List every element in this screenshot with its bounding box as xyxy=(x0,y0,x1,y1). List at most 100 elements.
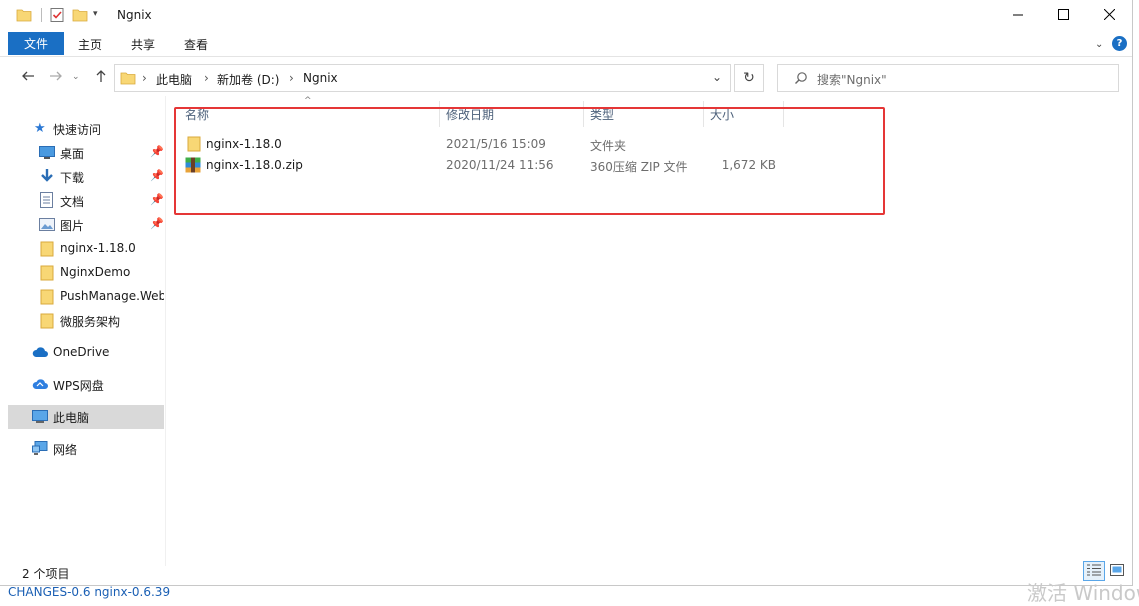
nav-label: 图片 xyxy=(60,219,85,233)
nav-onedrive[interactable]: OneDrive xyxy=(8,341,164,365)
file-modified: 2021/5/16 15:09 xyxy=(446,137,546,151)
tab-home[interactable]: 主页 xyxy=(78,36,102,53)
expand-ribbon-chevron-icon[interactable]: ⌄ xyxy=(1095,39,1103,50)
breadcrumb-ngnix[interactable]: Ngnix xyxy=(303,71,338,85)
back-arrow-icon[interactable] xyxy=(21,69,35,87)
nav-label: 下载 xyxy=(60,171,85,185)
search-input[interactable]: 搜索"Ngnix" xyxy=(817,71,887,88)
file-name: nginx-1.18.0.zip xyxy=(206,158,303,172)
nav-label: 快速访问 xyxy=(53,123,102,137)
column-header-type[interactable]: 类型 xyxy=(590,106,614,123)
nav-item-downloads[interactable]: 下载 📌 xyxy=(8,165,164,189)
nav-label: 此电脑 xyxy=(53,411,90,425)
folder-icon xyxy=(187,136,201,155)
minimize-button[interactable] xyxy=(995,0,1041,31)
forward-arrow-icon[interactable] xyxy=(49,69,63,87)
nav-label: 网络 xyxy=(53,443,78,457)
nav-label: nginx-1.18.0 xyxy=(60,241,136,255)
nav-item-nginx-folder[interactable]: nginx-1.18.0 xyxy=(8,237,164,261)
breadcrumb-separator-icon[interactable]: › xyxy=(142,71,147,85)
maximize-icon xyxy=(1057,8,1069,23)
search-icon xyxy=(794,71,808,88)
column-header-modified[interactable]: 修改日期 xyxy=(446,106,494,123)
maximize-button[interactable] xyxy=(1040,0,1086,31)
cloud-icon xyxy=(32,347,49,361)
background-window-text: CHANGES-0.6 nginx-0.6.39 xyxy=(8,585,171,599)
refresh-icon: ↻ xyxy=(743,70,755,86)
navigation-pane: ★ 快速访问 桌面 📌 下载 📌 文档 📌 图片 📌 nginx-1.18.0 … xyxy=(0,110,165,580)
network-icon xyxy=(32,441,48,459)
folder-icon xyxy=(40,289,54,308)
file-size: 1,672 KB xyxy=(721,158,776,172)
column-header-name[interactable]: 名称 xyxy=(185,106,209,123)
pin-icon[interactable]: 📌 xyxy=(150,169,164,182)
nav-label: PushManage.Web xyxy=(60,289,164,303)
pin-icon[interactable]: 📌 xyxy=(150,145,164,158)
nav-item-pushmanage[interactable]: PushManage.Web xyxy=(8,285,164,309)
desktop-icon xyxy=(39,146,55,163)
column-header-size[interactable]: 大小 xyxy=(710,106,734,123)
column-divider[interactable] xyxy=(783,101,784,127)
recent-locations-chevron-icon[interactable]: ⌄ xyxy=(72,72,80,82)
refresh-button[interactable]: ↻ xyxy=(734,64,764,92)
column-divider[interactable] xyxy=(703,101,704,127)
nav-item-pictures[interactable]: 图片 📌 xyxy=(8,213,164,237)
file-explorer-window: ▾ Ngnix 文件 主页 共享 查看 ⌄ ? ⌄ › 此电脑 › 新加卷 (D… xyxy=(0,0,1133,586)
column-divider[interactable] xyxy=(439,101,440,127)
nav-wps-drive[interactable]: WPS网盘 xyxy=(8,373,164,397)
nav-this-pc[interactable]: 此电脑 xyxy=(8,405,164,429)
nav-item-microservices[interactable]: 微服务架构 xyxy=(8,309,164,333)
new-folder-icon[interactable] xyxy=(72,7,88,26)
breadcrumb-separator-icon[interactable]: › xyxy=(204,71,209,85)
nav-quick-access[interactable]: ★ 快速访问 xyxy=(8,117,164,141)
help-icon[interactable]: ? xyxy=(1112,36,1127,51)
wps-cloud-icon xyxy=(32,379,49,393)
nav-label: 微服务架构 xyxy=(60,315,121,329)
file-modified: 2020/11/24 11:56 xyxy=(446,158,554,172)
breadcrumb-separator-icon[interactable]: › xyxy=(289,71,294,85)
nav-label: NginxDemo xyxy=(60,265,131,279)
zip-archive-icon xyxy=(185,157,201,176)
breadcrumb-drive-d[interactable]: 新加卷 (D:) xyxy=(217,71,279,88)
nav-label: 文档 xyxy=(60,195,85,209)
breadcrumb-this-pc[interactable]: 此电脑 xyxy=(156,71,192,88)
sort-ascending-icon: ^ xyxy=(304,96,312,106)
search-box[interactable]: 搜索"Ngnix" xyxy=(777,64,1119,92)
status-item-count: 2 个项目 xyxy=(22,567,70,581)
nav-item-desktop[interactable]: 桌面 📌 xyxy=(8,141,164,165)
file-type: 文件夹 xyxy=(590,139,627,153)
column-divider[interactable] xyxy=(583,101,584,127)
nav-item-nginxdemo[interactable]: NginxDemo xyxy=(8,261,164,285)
file-row[interactable]: nginx-1.18.0 2021/5/16 15:09 文件夹 xyxy=(183,134,783,155)
up-arrow-icon[interactable] xyxy=(94,69,108,87)
file-row[interactable]: nginx-1.18.0.zip 2020/11/24 11:56 360压缩 … xyxy=(183,155,783,176)
document-icon xyxy=(40,192,54,211)
close-button[interactable] xyxy=(1086,0,1132,31)
pin-icon[interactable]: 📌 xyxy=(150,193,164,206)
tab-file[interactable]: 文件 xyxy=(8,32,64,55)
ribbon-tabs: 文件 主页 共享 查看 ⌄ ? xyxy=(0,31,1132,57)
nav-label: 桌面 xyxy=(60,147,85,161)
window-title: Ngnix xyxy=(117,8,152,22)
nav-network[interactable]: 网络 xyxy=(8,437,164,461)
nav-label: WPS网盘 xyxy=(53,379,104,393)
pictures-icon xyxy=(39,218,55,235)
folder-icon xyxy=(120,70,136,89)
title-bar: ▾ Ngnix xyxy=(0,0,1132,31)
pane-splitter[interactable] xyxy=(165,96,166,566)
folder-icon xyxy=(40,265,54,284)
star-icon: ★ xyxy=(34,121,46,136)
address-bar[interactable]: › 此电脑 › 新加卷 (D:) › Ngnix ⌄ xyxy=(114,64,731,92)
folder-icon xyxy=(40,241,54,260)
customize-toolbar-chevron-icon[interactable]: ▾ xyxy=(93,9,98,19)
tab-view[interactable]: 查看 xyxy=(184,36,208,53)
address-history-chevron-icon[interactable]: ⌄ xyxy=(712,70,722,84)
folder-icon xyxy=(40,313,54,332)
minimize-icon xyxy=(1013,9,1023,23)
pin-icon[interactable]: 📌 xyxy=(150,217,164,230)
tab-share[interactable]: 共享 xyxy=(131,36,155,53)
folder-icon xyxy=(16,7,32,26)
properties-icon[interactable] xyxy=(49,7,65,26)
nav-item-documents[interactable]: 文档 📌 xyxy=(8,189,164,213)
file-type: 360压缩 ZIP 文件 xyxy=(590,160,688,174)
